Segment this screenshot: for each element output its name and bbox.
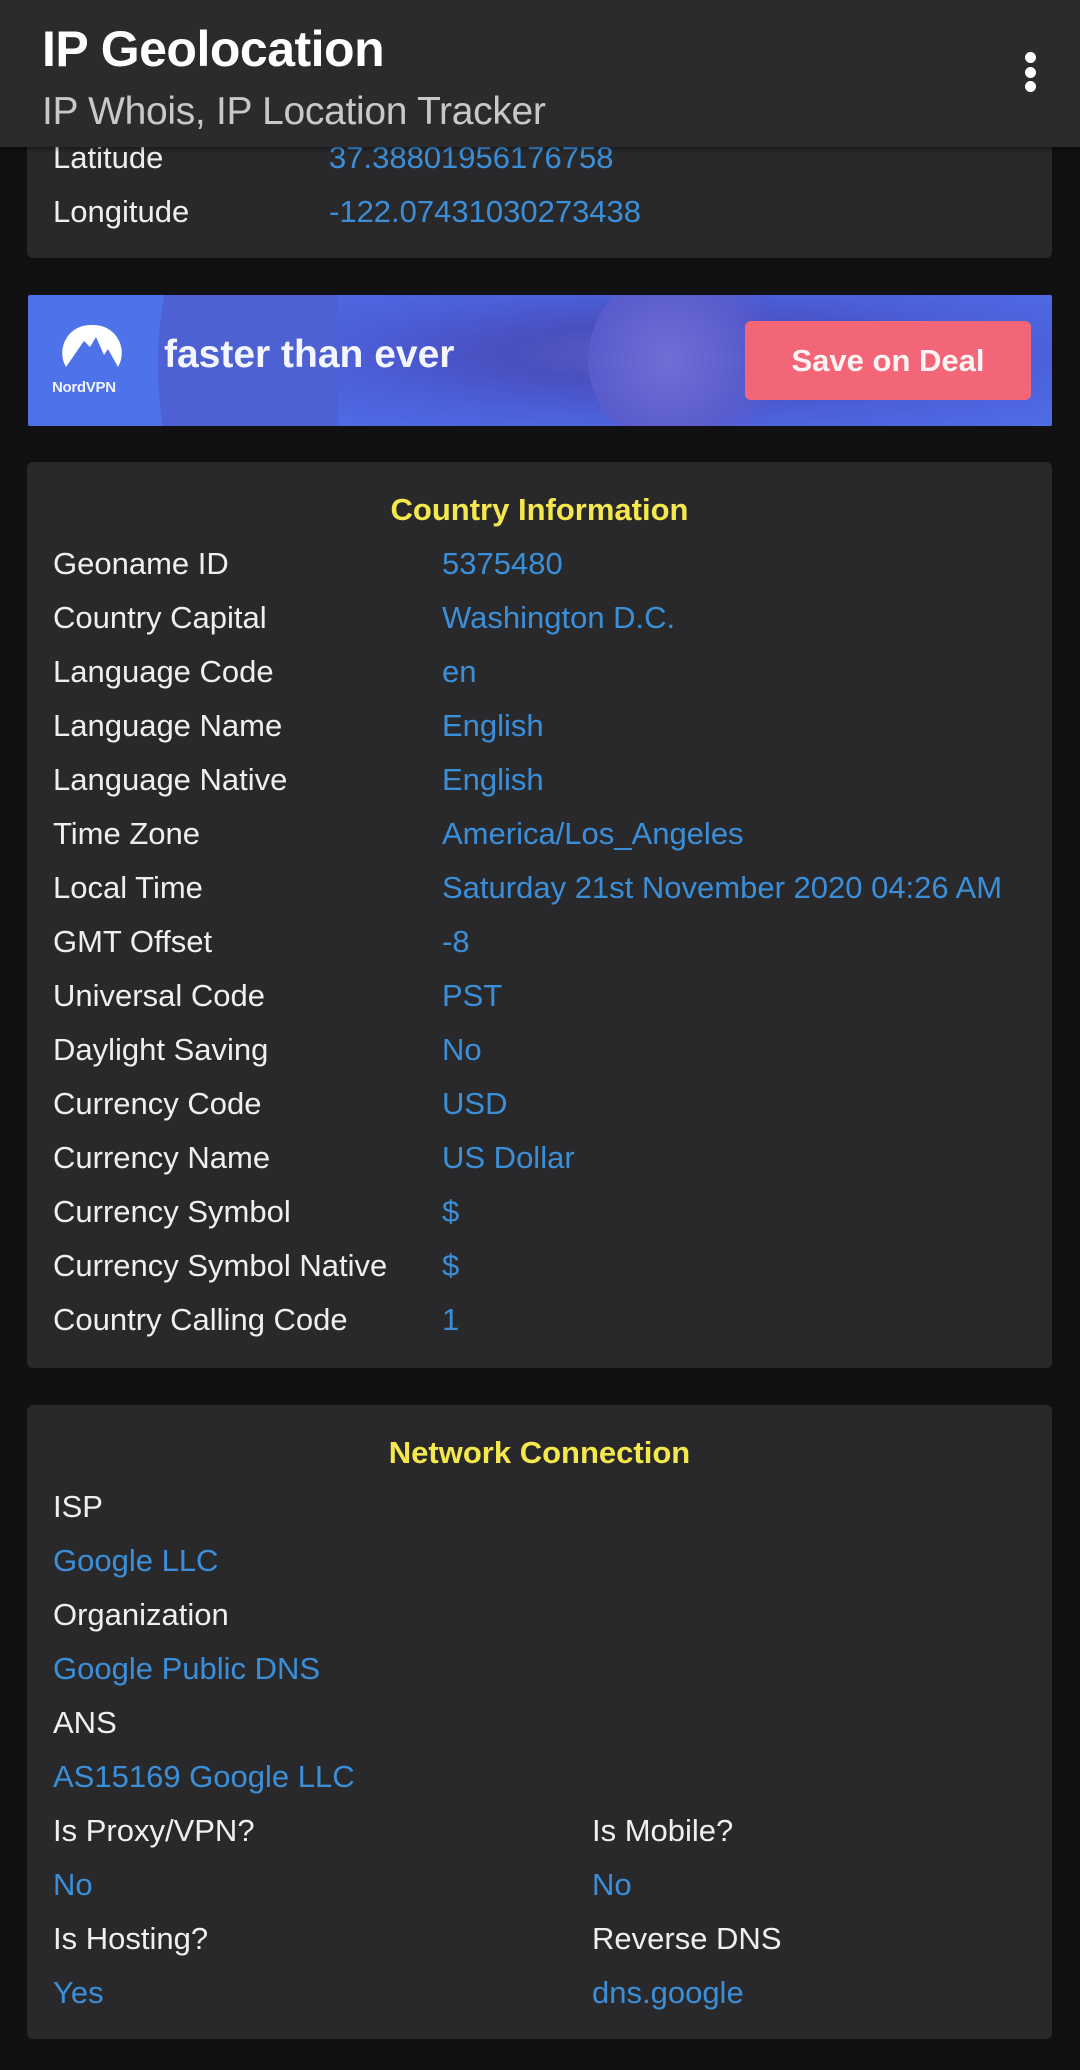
country-info-label: Geoname ID: [53, 546, 229, 581]
country-information-title: Country Information: [390, 492, 689, 527]
country-info-value: US Dollar: [442, 1140, 575, 1175]
country-info-label: Currency Symbol Native: [53, 1248, 388, 1283]
mobile-value: No: [592, 1867, 632, 1902]
app-bar: IP Geolocation IP Whois, IP Location Tra…: [0, 0, 1080, 147]
country-info-label: Universal Code: [53, 978, 265, 1013]
country-information-card: Country Information Geoname ID 5375480 Cou…: [27, 462, 1052, 1368]
country-info-label: Currency Symbol: [53, 1194, 291, 1229]
country-info-value: America/Los_Angeles: [442, 816, 744, 851]
country-info-label: Language Code: [53, 654, 274, 689]
proxy-value: No: [53, 1867, 93, 1902]
hosting-label: Is Hosting?: [53, 1921, 209, 1956]
ad-banner[interactable]: NordVPN faster than ever Save on Deal: [28, 295, 1052, 426]
ad-headline: faster than ever: [164, 333, 455, 376]
country-info-value: Washington D.C.: [442, 600, 676, 635]
country-info-value: PST: [442, 978, 503, 1013]
mountain-icon: [62, 324, 122, 367]
app-title: IP Geolocation: [42, 21, 385, 77]
country-info-value: 1: [442, 1302, 460, 1337]
country-info-label: Language Name: [53, 708, 283, 743]
country-info-label: Currency Code: [53, 1086, 262, 1121]
country-info-value: 5375480: [442, 546, 563, 581]
network-connection-title: Network Connection: [388, 1435, 691, 1470]
organization-label: Organization: [53, 1597, 229, 1632]
country-info-value: No: [442, 1032, 482, 1067]
country-info-label: GMT Offset: [53, 924, 213, 959]
mobile-label: Is Mobile?: [592, 1813, 734, 1848]
country-info-label: Currency Name: [53, 1140, 271, 1175]
longitude-value: -122.07431030273438: [329, 194, 642, 229]
country-info-value: English: [442, 762, 544, 797]
longitude-label: Longitude: [53, 194, 190, 229]
country-info-value: Saturday 21st November 2020 04:26 AM: [442, 870, 1003, 905]
more-vert-icon[interactable]: [1010, 42, 1050, 102]
country-info-label: Daylight Saving: [53, 1032, 269, 1067]
organization-value: Google Public DNS: [53, 1651, 321, 1686]
country-info-value: USD: [442, 1086, 508, 1121]
country-info-value: $: [442, 1248, 460, 1283]
reverse-dns-value: dns.google: [592, 1975, 744, 2010]
reverse-dns-label: Reverse DNS: [592, 1921, 782, 1956]
ans-value: AS15169 Google LLC: [53, 1759, 355, 1794]
app-subtitle: IP Whois, IP Location Tracker: [42, 90, 546, 133]
hosting-value: Yes: [53, 1975, 104, 2010]
isp-value: Google LLC: [53, 1543, 219, 1578]
country-info-value: $: [442, 1194, 460, 1229]
ad-cta-button[interactable]: Save on Deal: [745, 321, 1031, 400]
network-connection-card: Network Connection ISP Google LLC Organi…: [27, 1405, 1052, 2039]
country-info-value: English: [442, 708, 544, 743]
proxy-label: Is Proxy/VPN?: [53, 1813, 255, 1848]
ad-brand: NordVPN: [52, 379, 116, 396]
country-info-label: Time Zone: [53, 816, 201, 851]
isp-label: ISP: [53, 1489, 103, 1524]
country-info-label: Country Capital: [53, 600, 267, 635]
ans-label: ANS: [53, 1705, 117, 1740]
country-info-value: en: [442, 654, 477, 689]
country-info-label: Language Native: [53, 762, 288, 797]
country-info-value: -8: [442, 924, 470, 959]
country-info-label: Local Time: [53, 870, 203, 905]
nordvpn-logo: NordVPN: [52, 323, 132, 403]
country-info-label: Country Calling Code: [53, 1302, 348, 1337]
